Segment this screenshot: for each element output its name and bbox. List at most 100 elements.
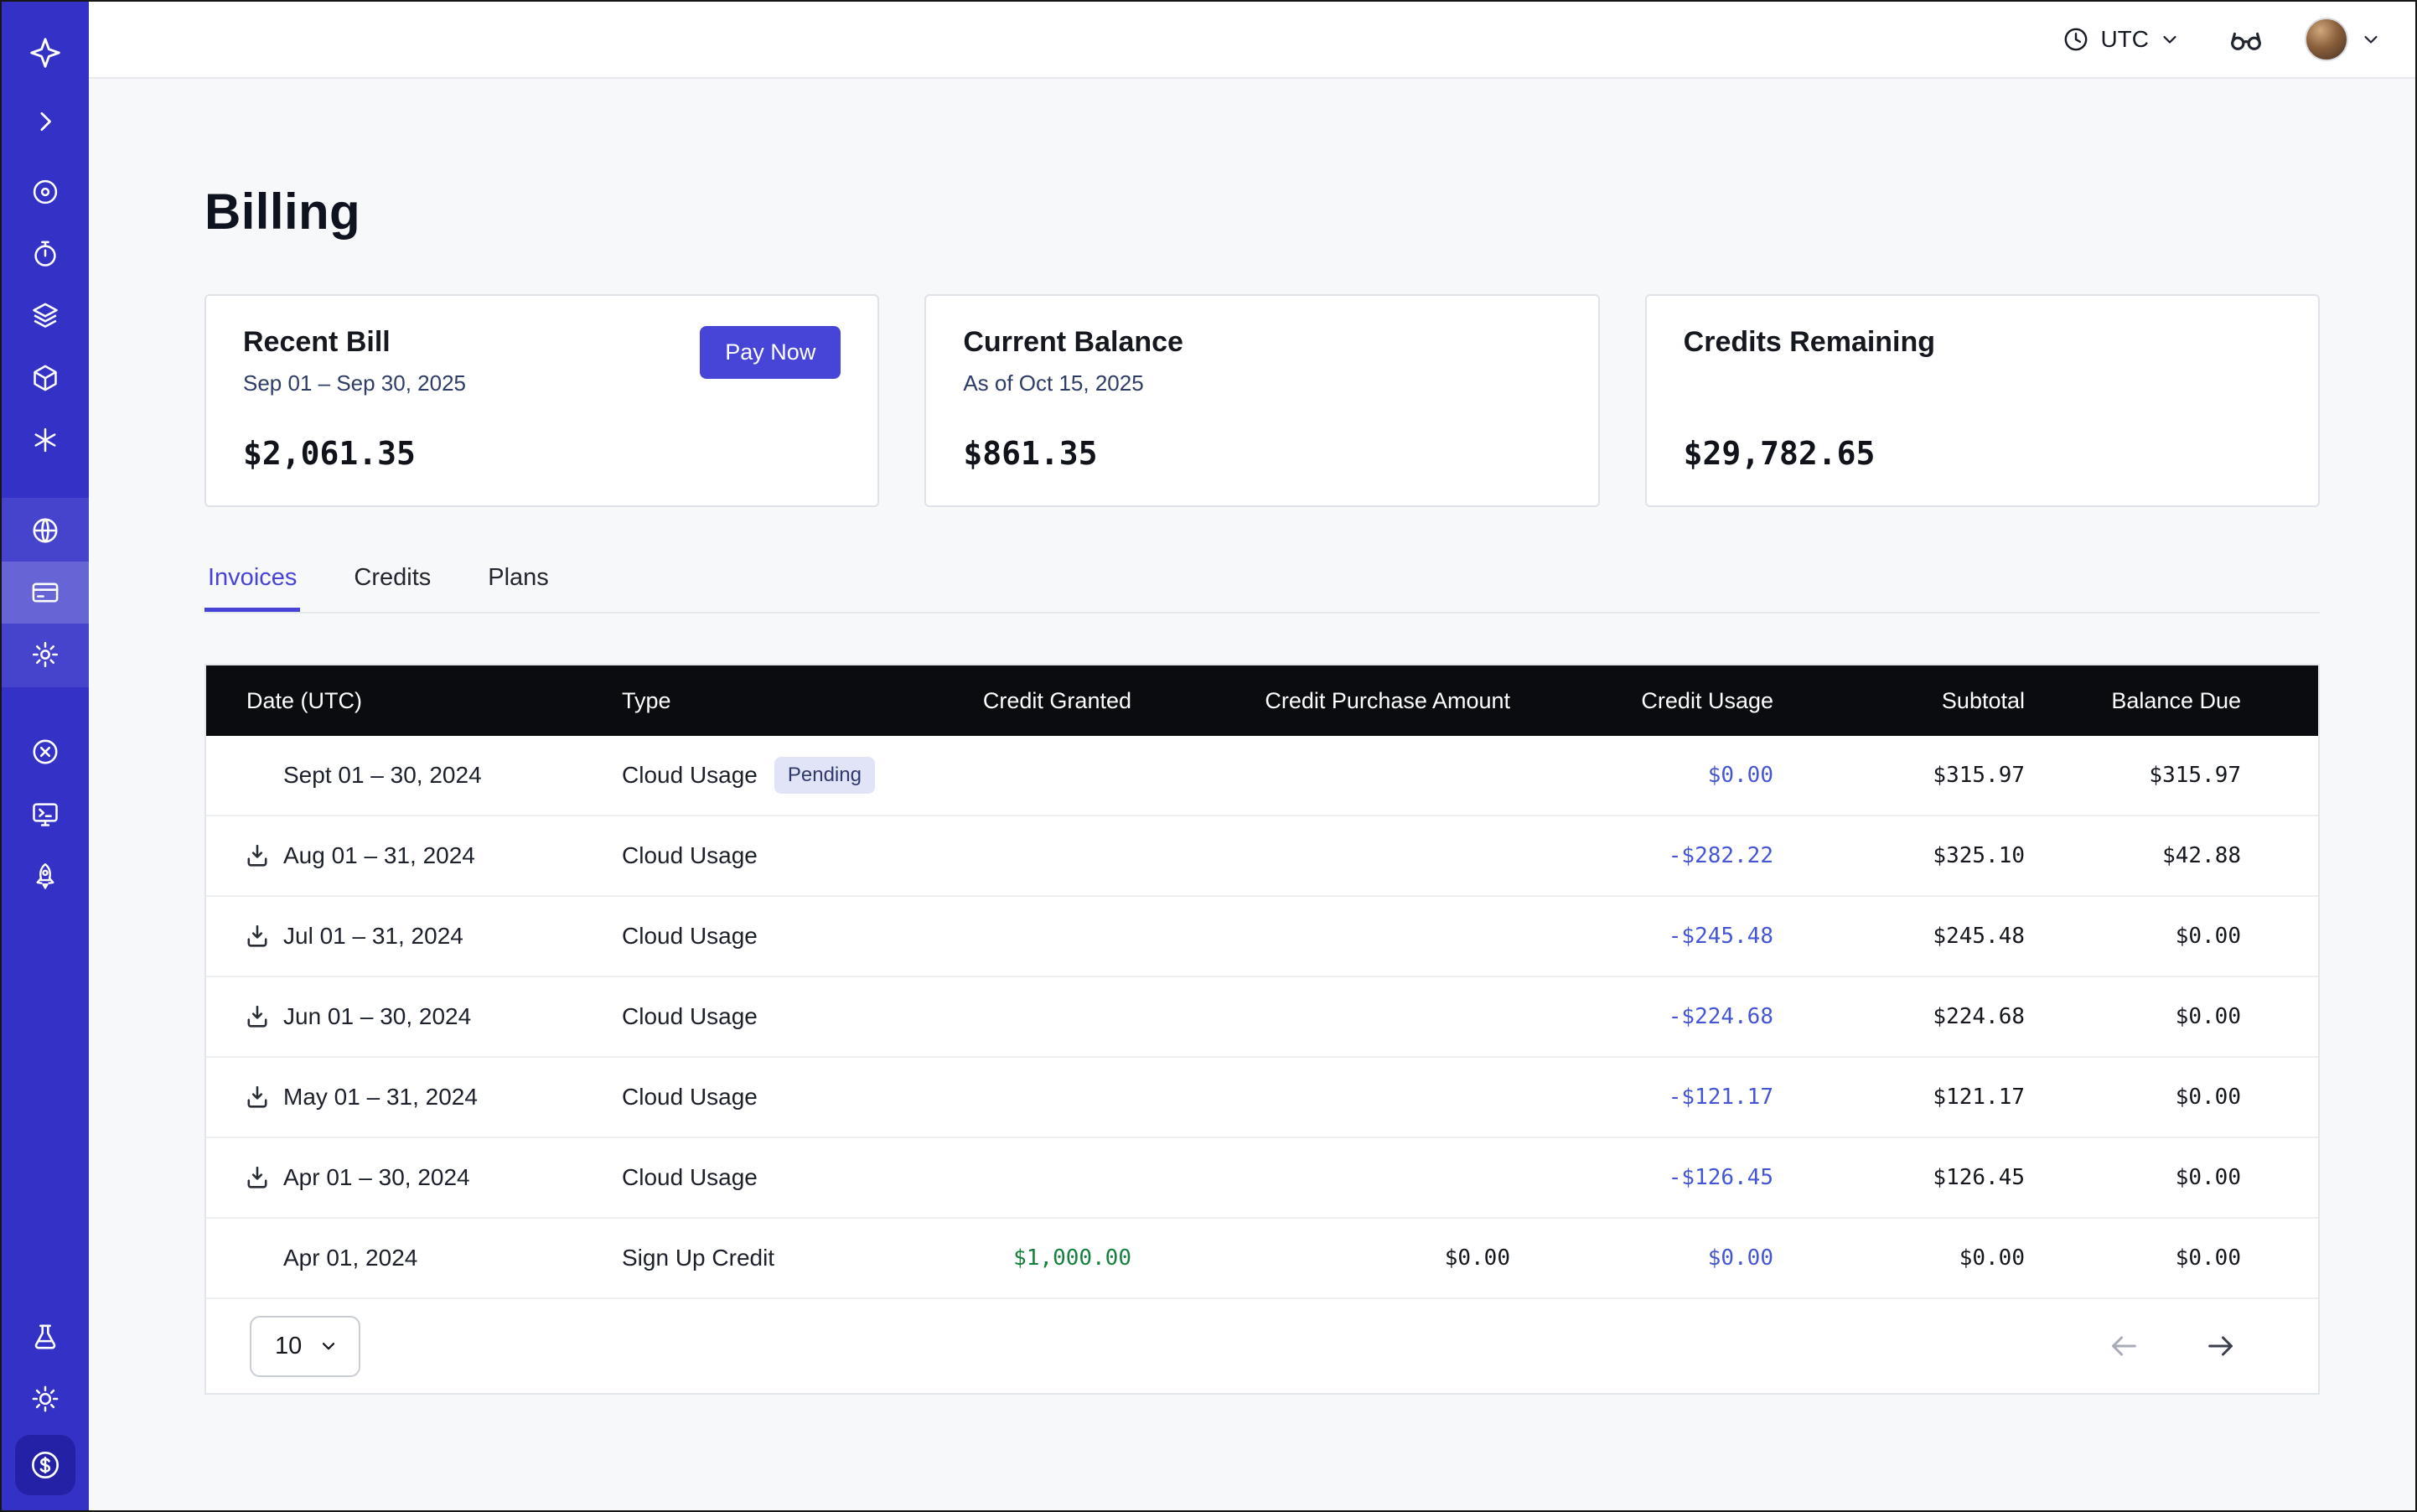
account-menu[interactable] bbox=[2305, 18, 2382, 61]
recent-bill-amount: $2,061.35 bbox=[243, 435, 841, 472]
page-title: Billing bbox=[204, 183, 2320, 241]
credits-remaining-card: Credits Remaining $29,782.65 bbox=[1645, 294, 2320, 507]
sidebar-item-globe-icon[interactable] bbox=[2, 500, 89, 562]
billing-page: Billing Recent Bill Sep 01 – Sep 30, 202… bbox=[89, 79, 2415, 1510]
invoice-type: Cloud Usage bbox=[622, 1084, 758, 1111]
previous-page-arrow-icon[interactable] bbox=[2107, 1329, 2140, 1363]
balance-due-cell: $0.00 bbox=[2025, 1165, 2321, 1190]
invoice-date: Apr 01, 2024 bbox=[283, 1245, 417, 1271]
download-invoice-icon[interactable] bbox=[243, 1163, 272, 1192]
subtotal-cell: $224.68 bbox=[1773, 1004, 2025, 1029]
table-row: Apr 01, 2024 Sign Up Credit $1,000.00 $0… bbox=[206, 1219, 2318, 1299]
column-header-credit-purchase-amount: Credit Purchase Amount bbox=[1131, 688, 1510, 714]
invoice-type: Sign Up Credit bbox=[622, 1245, 774, 1271]
page-size-select[interactable]: 10 bbox=[250, 1316, 360, 1377]
column-header-credit-usage: Credit Usage bbox=[1510, 688, 1773, 714]
next-page-arrow-icon[interactable] bbox=[2204, 1329, 2238, 1363]
card-subtitle: As of Oct 15, 2025 bbox=[963, 370, 1183, 396]
status-badge: Pending bbox=[774, 757, 875, 794]
credits-remaining-amount: $29,782.65 bbox=[1684, 435, 2281, 472]
subtotal-cell: $126.45 bbox=[1773, 1165, 2025, 1190]
invoice-date: May 01 – 31, 2024 bbox=[283, 1084, 478, 1111]
credit-usage-cell: -$126.45 bbox=[1510, 1165, 1773, 1190]
subtotal-cell: $0.00 bbox=[1773, 1245, 2025, 1271]
card-subtitle bbox=[1684, 370, 1935, 396]
sidebar-item-layers-icon[interactable] bbox=[2, 285, 89, 347]
sidebar-billing-group bbox=[2, 498, 89, 687]
sidebar-item-rocket-icon[interactable] bbox=[2, 845, 89, 907]
logo-icon[interactable] bbox=[2, 22, 89, 84]
sidebar bbox=[2, 2, 89, 1510]
invoice-type: Cloud Usage bbox=[622, 923, 758, 950]
summary-cards: Recent Bill Sep 01 – Sep 30, 2025 Pay No… bbox=[204, 294, 2320, 507]
invoice-type: Cloud Usage bbox=[622, 842, 758, 869]
card-title: Recent Bill bbox=[243, 326, 466, 359]
column-header-balance-due: Balance Due bbox=[2025, 688, 2321, 714]
current-balance-card: Current Balance As of Oct 15, 2025 $861.… bbox=[924, 294, 1599, 507]
page-size-value: 10 bbox=[275, 1333, 302, 1360]
credit-usage-cell: -$121.17 bbox=[1510, 1085, 1773, 1110]
column-header-date: Date (UTC) bbox=[206, 688, 622, 714]
glasses-icon[interactable] bbox=[2228, 21, 2264, 58]
balance-due-cell: $315.97 bbox=[2025, 763, 2321, 788]
sidebar-expand-chevron-right-icon[interactable] bbox=[2, 91, 89, 153]
avatar bbox=[2305, 18, 2348, 61]
sidebar-item-target-icon[interactable] bbox=[2, 161, 89, 223]
credit-usage-cell: $0.00 bbox=[1510, 763, 1773, 788]
subtotal-cell: $121.17 bbox=[1773, 1085, 2025, 1110]
invoice-type: Cloud Usage bbox=[622, 1003, 758, 1030]
invoice-type: Cloud Usage bbox=[622, 1164, 758, 1191]
app-window: UTC Billing Recent Bill Sep 01 – Sep bbox=[0, 0, 2417, 1512]
credit-usage-cell: -$224.68 bbox=[1510, 1004, 1773, 1029]
sidebar-item-timer-icon[interactable] bbox=[2, 223, 89, 285]
invoices-table: Date (UTC) Type Credit Granted Credit Pu… bbox=[204, 664, 2320, 1395]
balance-due-cell: $0.00 bbox=[2025, 1245, 2321, 1271]
tab-invoices[interactable]: Invoices bbox=[204, 564, 300, 612]
credit-usage-cell: $0.00 bbox=[1510, 1245, 1773, 1271]
card-subtitle: Sep 01 – Sep 30, 2025 bbox=[243, 370, 466, 396]
table-row: May 01 – 31, 2024 Cloud Usage -$121.17 $… bbox=[206, 1058, 2318, 1138]
credit-usage-cell: -$245.48 bbox=[1510, 924, 1773, 949]
table-row: Jul 01 – 31, 2024 Cloud Usage -$245.48 $… bbox=[206, 897, 2318, 977]
sidebar-item-cube-icon[interactable] bbox=[2, 347, 89, 409]
table-row: Aug 01 – 31, 2024 Cloud Usage -$282.22 $… bbox=[206, 816, 2318, 897]
billing-tabs: Invoices Credits Plans bbox=[204, 564, 2320, 614]
main-area: UTC Billing Recent Bill Sep 01 – Sep bbox=[89, 2, 2415, 1510]
subtotal-cell: $325.10 bbox=[1773, 843, 2025, 868]
download-invoice-icon[interactable] bbox=[243, 1083, 272, 1111]
clock-icon bbox=[2062, 25, 2090, 54]
recent-bill-card: Recent Bill Sep 01 – Sep 30, 2025 Pay No… bbox=[204, 294, 879, 507]
sidebar-item-flask-icon[interactable] bbox=[2, 1306, 89, 1368]
sidebar-item-settings-gear-icon[interactable] bbox=[2, 624, 89, 686]
chevron-down-icon bbox=[2360, 28, 2382, 50]
sidebar-item-x-circle-icon[interactable] bbox=[2, 721, 89, 783]
card-title: Credits Remaining bbox=[1684, 326, 1935, 359]
pay-now-button[interactable]: Pay Now bbox=[700, 326, 841, 379]
chevron-down-icon bbox=[318, 1336, 339, 1356]
balance-due-cell: $0.00 bbox=[2025, 1004, 2321, 1029]
table-header: Date (UTC) Type Credit Granted Credit Pu… bbox=[206, 665, 2318, 736]
download-invoice-icon[interactable] bbox=[243, 1002, 272, 1031]
invoice-date: Sept 01 – 30, 2024 bbox=[283, 762, 482, 789]
balance-due-cell: $0.00 bbox=[2025, 1085, 2321, 1110]
credit-usage-cell: -$282.22 bbox=[1510, 843, 1773, 868]
column-header-credit-granted: Credit Granted bbox=[907, 688, 1131, 714]
tab-credits[interactable]: Credits bbox=[350, 564, 434, 612]
table-row: Jun 01 – 30, 2024 Cloud Usage -$224.68 $… bbox=[206, 977, 2318, 1058]
timezone-selector[interactable]: UTC bbox=[2062, 25, 2181, 54]
sidebar-item-sun-icon[interactable] bbox=[2, 1368, 89, 1430]
current-balance-amount: $861.35 bbox=[963, 435, 1560, 472]
invoice-date: Apr 01 – 30, 2024 bbox=[283, 1164, 470, 1191]
card-title: Current Balance bbox=[963, 326, 1183, 359]
subtotal-cell: $315.97 bbox=[1773, 763, 2025, 788]
sidebar-item-dollar-circle-icon[interactable] bbox=[15, 1435, 75, 1495]
timezone-label: UTC bbox=[2100, 26, 2149, 53]
sidebar-item-billing-credit-card-icon[interactable] bbox=[2, 562, 89, 624]
sidebar-item-console-monitor-icon[interactable] bbox=[2, 783, 89, 845]
download-invoice-icon[interactable] bbox=[243, 841, 272, 870]
table-row: Sept 01 – 30, 2024 Cloud UsagePending $0… bbox=[206, 736, 2318, 816]
tab-plans[interactable]: Plans bbox=[484, 564, 552, 612]
subtotal-cell: $245.48 bbox=[1773, 924, 2025, 949]
sidebar-item-asterisk-icon[interactable] bbox=[2, 409, 89, 471]
download-invoice-icon[interactable] bbox=[243, 922, 272, 950]
